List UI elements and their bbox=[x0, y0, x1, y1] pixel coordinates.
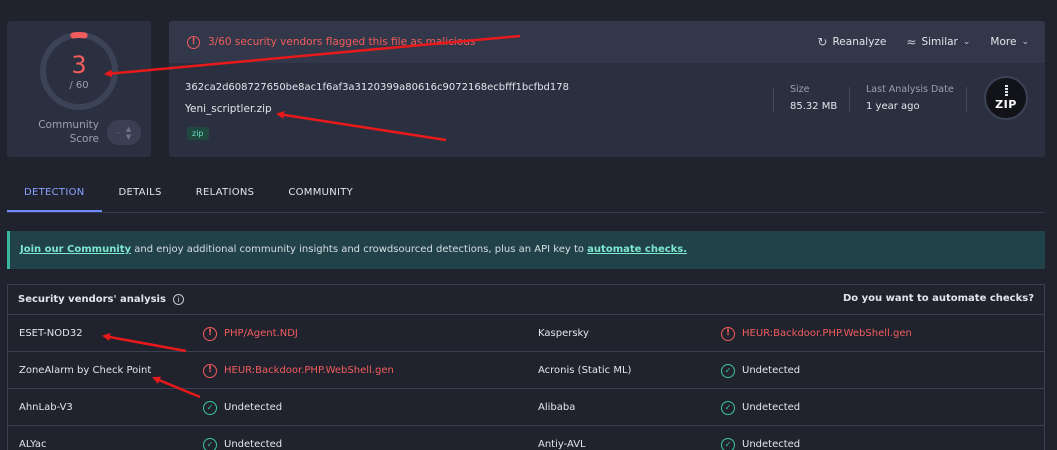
vendor-row: ALYac ✓ Undetected Antiy-AVL ✓ Undetected bbox=[8, 426, 1044, 450]
more-label: More bbox=[990, 36, 1017, 48]
check-icon: ✓ bbox=[203, 437, 217, 450]
tab-community[interactable]: COMMUNITY bbox=[271, 182, 370, 212]
alert-icon: ! bbox=[203, 326, 217, 341]
check-icon: ✓ bbox=[203, 400, 217, 415]
file-info-card: ! 3/60 security vendors flagged this fil… bbox=[169, 21, 1045, 157]
size-label: Size bbox=[790, 84, 810, 95]
result-text: HEUR:Backdoor.PHP.WebShell.gen bbox=[742, 328, 912, 339]
vendor-result: ✓ Undetected bbox=[721, 352, 800, 389]
automate-checks-question[interactable]: Do you want to automate checks? bbox=[843, 293, 1034, 304]
result-text: Undetected bbox=[742, 439, 801, 450]
result-text: Undetected bbox=[742, 365, 801, 376]
community-banner: Join our Community and enjoy additional … bbox=[7, 231, 1045, 269]
check-icon: ✓ bbox=[721, 363, 735, 378]
banner-text: and enjoy additional community insights … bbox=[131, 244, 588, 255]
file-actions: ↻ Reanalyze ≈ Similar ⌄ More ⌄ bbox=[817, 21, 1029, 63]
community-vote-control[interactable]: - ▲ ▼ bbox=[107, 120, 141, 145]
vendor-row: AhnLab-V3 ✓ Undetected Alibaba ✓ Undetecte… bbox=[8, 389, 1044, 426]
size-value: 85.32 MB bbox=[790, 101, 838, 112]
last-analysis-value: 1 year ago bbox=[866, 101, 920, 112]
tab-relations[interactable]: RELATIONS bbox=[179, 182, 272, 212]
detection-total: / 60 bbox=[69, 80, 89, 91]
vendor-name: AhnLab-V3 bbox=[19, 402, 73, 413]
file-name: Yeni_scriptler.zip bbox=[185, 103, 272, 115]
vendors-analysis-panel: Security vendors' analysis i Do you want… bbox=[7, 284, 1045, 450]
analysis-title: Security vendors' analysis bbox=[18, 294, 166, 305]
vendor-row: ESET-NOD32 ! PHP/Agent.NDJ Kaspersky ! HEU… bbox=[8, 315, 1044, 352]
vendor-result: ✓ Undetected bbox=[721, 389, 800, 426]
more-button[interactable]: More ⌄ bbox=[990, 36, 1029, 48]
info-icon[interactable]: i bbox=[172, 294, 184, 305]
vendor-result: ✓ Undetected bbox=[721, 426, 800, 450]
alert-text: 3/60 security vendors flagged this file … bbox=[208, 36, 476, 48]
result-text: HEUR:Backdoor.PHP.WebShell.gen bbox=[224, 365, 394, 376]
file-tag[interactable]: zip bbox=[187, 127, 209, 140]
result-text: Undetected bbox=[224, 439, 283, 450]
check-icon: ✓ bbox=[721, 400, 735, 415]
meta-divider bbox=[849, 87, 850, 112]
community-score-label: Community Score bbox=[38, 119, 99, 145]
file-hash[interactable]: 362ca2d608727650be8ac1f6af3a3120399a8061… bbox=[185, 82, 569, 93]
check-icon: ✓ bbox=[721, 437, 735, 450]
vendor-result: ✓ Undetected bbox=[203, 389, 282, 426]
meta-divider bbox=[773, 87, 774, 112]
tabs-divider bbox=[7, 212, 1045, 213]
similar-button[interactable]: ≈ Similar ⌄ bbox=[906, 35, 970, 49]
chevron-down-icon: ⌄ bbox=[1021, 37, 1029, 47]
similar-icon: ≈ bbox=[906, 35, 917, 49]
vendor-result: ! PHP/Agent.NDJ bbox=[203, 315, 298, 352]
vendor-name: Acronis (Static ML) bbox=[538, 365, 632, 376]
reanalyze-button[interactable]: ↻ Reanalyze bbox=[817, 35, 886, 49]
result-text: Undetected bbox=[224, 402, 283, 413]
tab-details[interactable]: DETAILS bbox=[102, 182, 179, 212]
meta-divider bbox=[966, 87, 967, 112]
similar-label: Similar bbox=[921, 36, 958, 48]
chevron-down-icon: ⌄ bbox=[962, 37, 971, 47]
automate-checks-link[interactable]: automate checks. bbox=[587, 244, 687, 255]
zip-file-type-icon: ZIP bbox=[984, 76, 1028, 120]
tab-bar: DETECTION DETAILS RELATIONS COMMUNITY bbox=[7, 182, 370, 213]
vendor-name: ESET-NOD32 bbox=[19, 328, 83, 339]
result-text: Undetected bbox=[742, 402, 801, 413]
tab-detection[interactable]: DETECTION bbox=[7, 182, 102, 212]
vendor-row: ZoneAlarm by Check Point ! HEUR:Backdoor.… bbox=[8, 352, 1044, 389]
alert-icon: ! bbox=[187, 35, 200, 49]
zipper-icon bbox=[1004, 85, 1008, 96]
join-community-link[interactable]: Join our Community bbox=[20, 244, 131, 255]
vendor-result: ! HEUR:Backdoor.PHP.WebShell.gen bbox=[203, 352, 394, 389]
alert-icon: ! bbox=[203, 363, 217, 378]
result-text: PHP/Agent.NDJ bbox=[224, 328, 298, 339]
reanalyze-label: Reanalyze bbox=[832, 36, 887, 48]
vendor-name: Kaspersky bbox=[538, 328, 589, 339]
refresh-icon: ↻ bbox=[817, 35, 828, 49]
community-vote-value: - bbox=[116, 127, 120, 138]
detection-count: 3 bbox=[71, 51, 87, 79]
last-analysis-label: Last Analysis Date bbox=[866, 84, 954, 95]
analysis-header: Security vendors' analysis i Do you want… bbox=[8, 285, 1044, 315]
vendor-name: ZoneAlarm by Check Point bbox=[19, 365, 152, 376]
vendor-name: ALYac bbox=[19, 439, 47, 450]
file-type-text: ZIP bbox=[995, 98, 1017, 111]
vote-arrows-icon[interactable]: ▲ ▼ bbox=[126, 125, 131, 141]
vendor-result: ✓ Undetected bbox=[203, 426, 282, 450]
community-score-card: 3 / 60 Community Score - ▲ ▼ bbox=[7, 21, 151, 157]
vendor-result: ! HEUR:Backdoor.PHP.WebShell.gen bbox=[721, 315, 912, 352]
vendor-name: Antiy-AVL bbox=[538, 439, 586, 450]
vendor-name: Alibaba bbox=[538, 402, 576, 413]
alert-icon: ! bbox=[721, 326, 735, 341]
